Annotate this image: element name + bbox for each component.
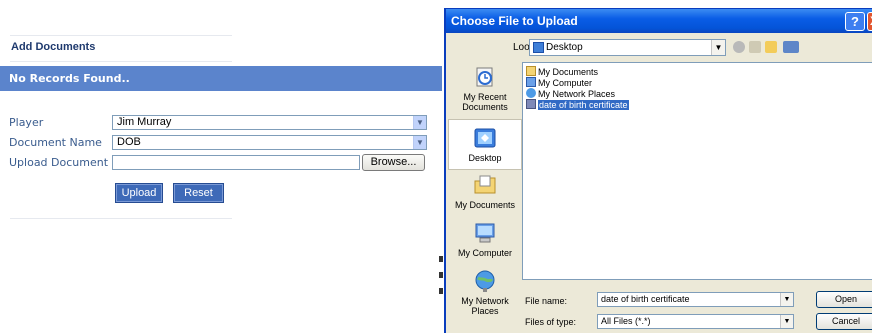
file-list[interactable]: My Documents My Computer My Network Plac… (522, 62, 872, 280)
recent-documents-icon (476, 67, 493, 87)
place-label: My Documents (454, 200, 516, 210)
dialog-titlebar[interactable]: Choose File to Upload ? X (446, 9, 872, 33)
file-name-input[interactable]: date of birth certificate ▼ (597, 292, 794, 307)
my-documents-icon (474, 175, 496, 194)
chevron-down-icon[interactable]: ▼ (780, 315, 793, 328)
file-name-label: File name: (525, 296, 568, 306)
place-label: Desktop (468, 153, 502, 163)
chevron-down-icon[interactable]: ▼ (413, 116, 426, 129)
edge-marker (439, 272, 443, 278)
place-my-documents[interactable]: My Documents (448, 173, 522, 221)
desktop-icon (474, 128, 496, 148)
network-places-icon (475, 270, 495, 292)
look-in-value: Desktop (546, 42, 583, 53)
place-label: My Recent Documents (462, 92, 508, 112)
new-folder-icon[interactable] (765, 41, 777, 53)
computer-icon (526, 77, 536, 87)
place-desktop[interactable]: Desktop (448, 119, 522, 170)
upload-document-label: Upload Document (9, 156, 109, 169)
file-upload-dialog: Choose File to Upload ? X Look in: Deskt… (444, 8, 872, 333)
player-select[interactable]: Jim Murray ▼ (112, 115, 427, 130)
reset-button[interactable]: Reset (173, 183, 224, 203)
view-menu-icon[interactable] (783, 41, 799, 53)
help-button[interactable]: ? (845, 12, 865, 31)
file-item-date-of-birth-certificate[interactable]: date of birth certificate (526, 99, 629, 111)
open-button[interactable]: Open (816, 291, 872, 308)
upload-file-input[interactable] (112, 155, 360, 170)
place-my-network-places[interactable]: My Network Places (448, 269, 522, 325)
close-button[interactable]: X (867, 12, 872, 31)
chevron-down-icon[interactable]: ▼ (780, 293, 793, 306)
network-icon (526, 88, 536, 98)
dialog-title: Choose File to Upload (451, 14, 578, 28)
place-label: My Computer (457, 248, 512, 258)
chevron-down-icon[interactable]: ▼ (711, 40, 725, 55)
upload-button[interactable]: Upload (115, 183, 163, 203)
bottom-divider (10, 218, 232, 219)
cancel-button[interactable]: Cancel (816, 313, 872, 330)
player-select-value: Jim Murray (117, 116, 172, 128)
file-name-value: date of birth certificate (601, 294, 690, 304)
document-name-label: Document Name (9, 136, 102, 149)
places-bar: My Recent Documents Desktop My Documents… (448, 61, 522, 331)
place-label: My Network Places (461, 296, 509, 316)
document-icon (526, 99, 536, 109)
edge-marker (439, 256, 443, 262)
place-my-computer[interactable]: My Computer (448, 221, 522, 269)
chevron-down-icon[interactable]: ▼ (413, 136, 426, 149)
place-recent-documents[interactable]: My Recent Documents (448, 65, 522, 117)
folder-icon (526, 66, 536, 76)
page-title: Add Documents (11, 41, 96, 53)
files-of-type-select[interactable]: All Files (*.*) ▼ (597, 314, 794, 329)
player-label: Player (9, 116, 44, 129)
my-computer-icon (475, 223, 495, 243)
no-records-banner: No Records Found.. (0, 66, 442, 91)
files-of-type-value: All Files (*.*) (601, 316, 651, 326)
browse-button[interactable]: Browse... (362, 154, 425, 171)
look-in-select[interactable]: Desktop ▼ (529, 39, 726, 56)
edge-marker (439, 288, 443, 294)
up-folder-icon[interactable] (749, 41, 761, 53)
desktop-icon (533, 42, 544, 53)
files-of-type-label: Files of type: (525, 317, 577, 327)
top-divider (10, 35, 232, 36)
document-name-select[interactable]: DOB ▼ (112, 135, 427, 150)
document-name-value: DOB (117, 136, 141, 148)
title-divider (10, 61, 232, 62)
back-icon[interactable] (733, 41, 745, 53)
